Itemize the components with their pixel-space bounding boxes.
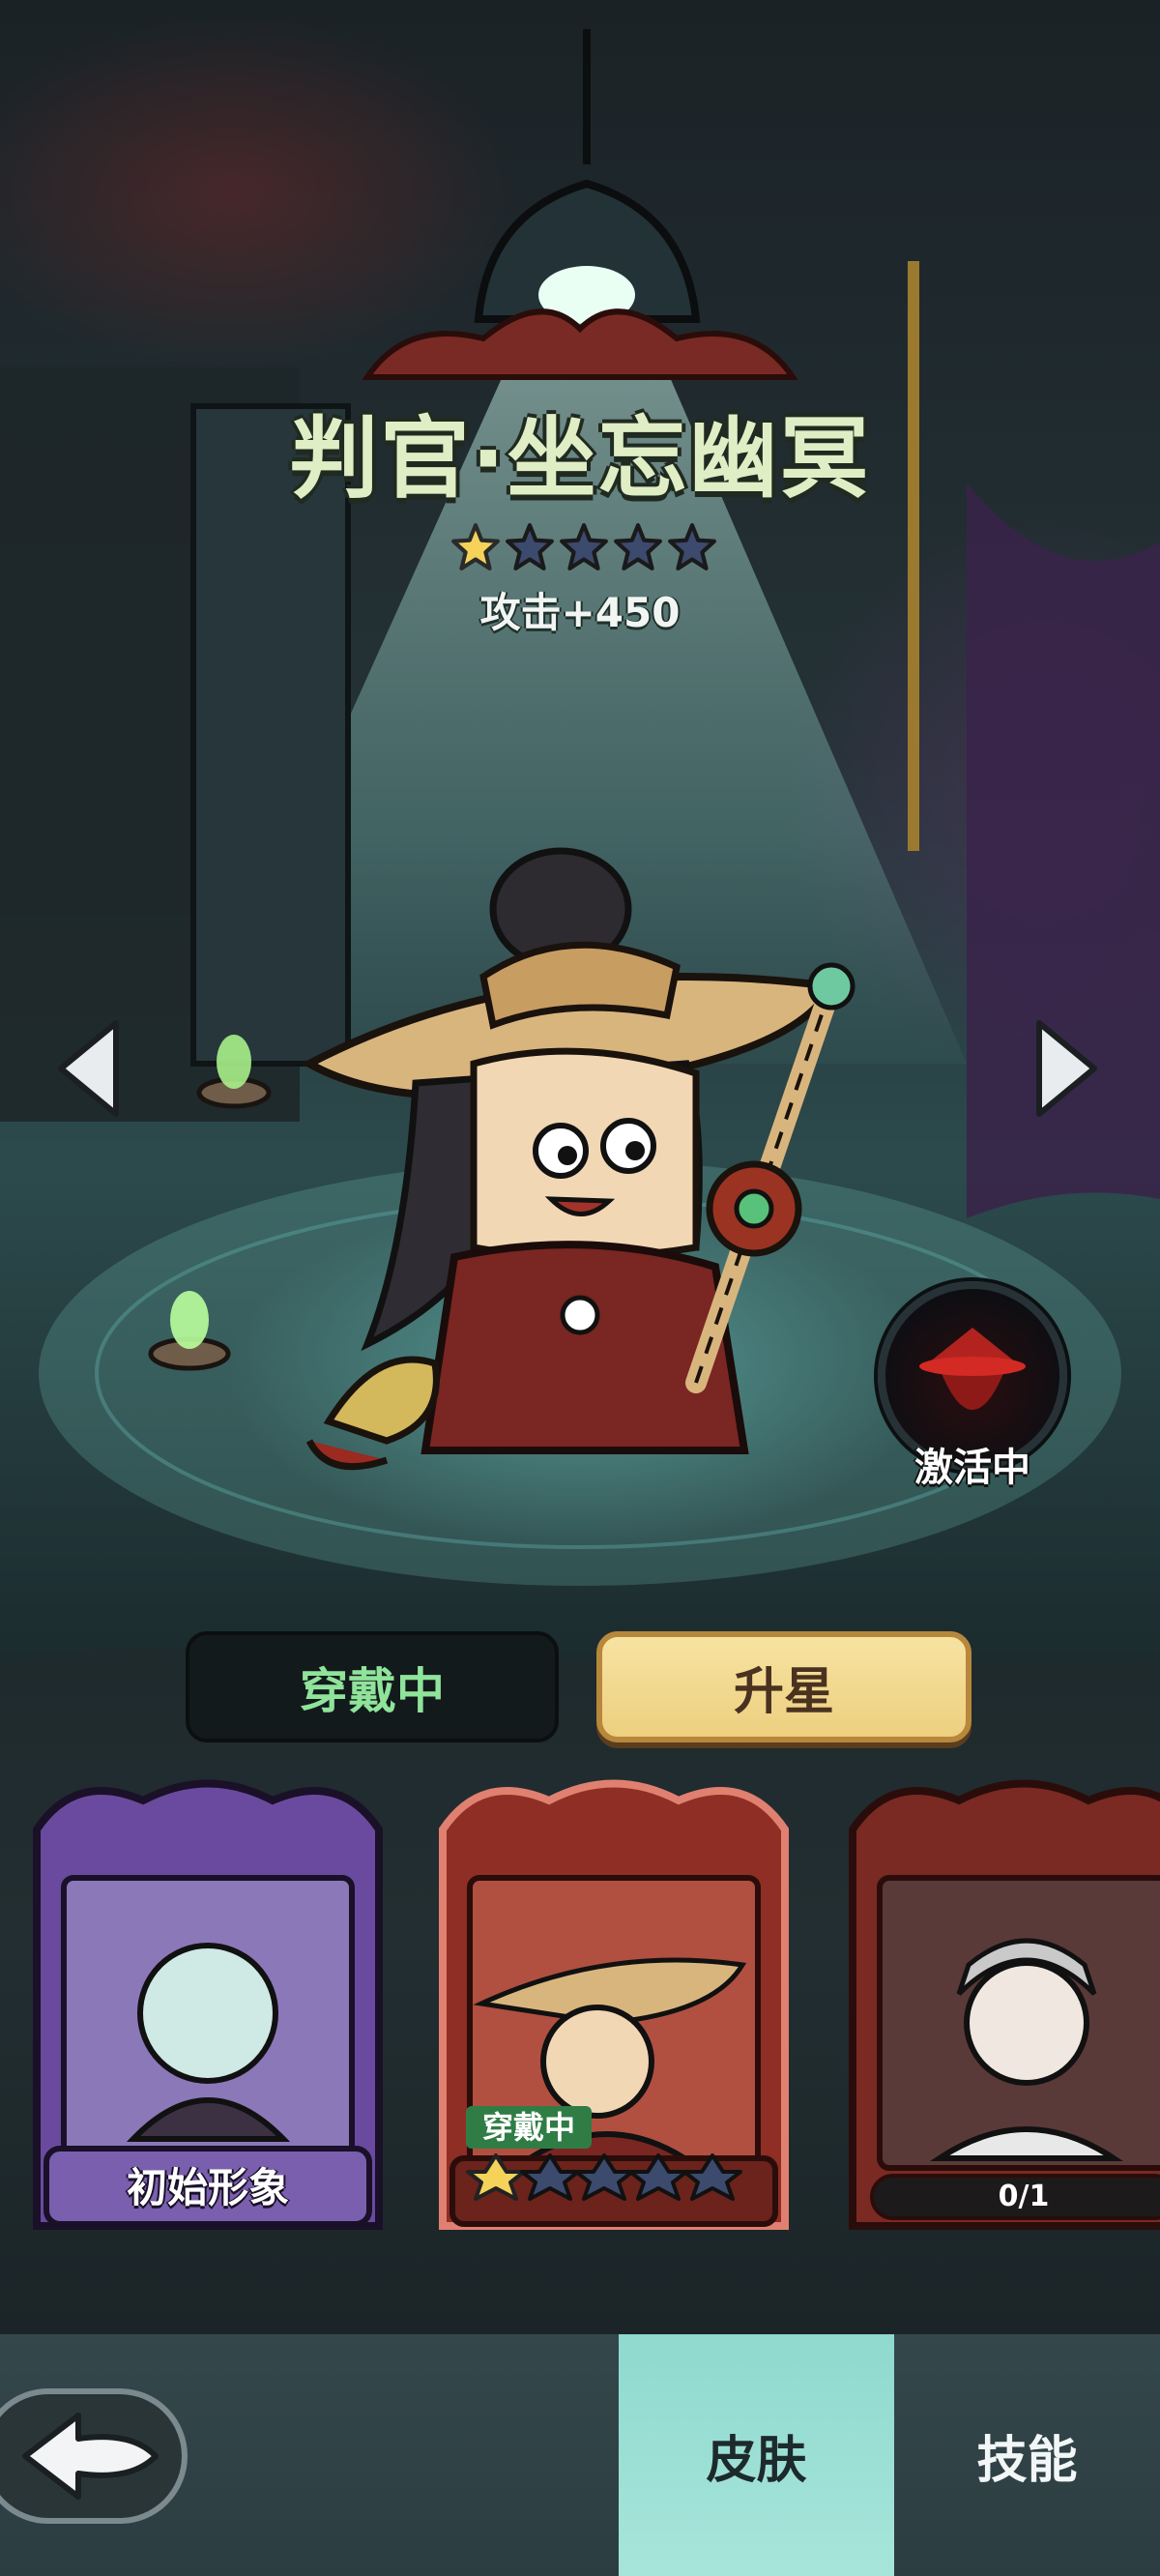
skin-card-label: 初始形象 [126,2164,289,2211]
wearing-tag: 穿戴中 [466,2106,592,2149]
skin-card-selected[interactable]: 穿戴中 [423,1771,804,2249]
star-empty-icon [560,523,608,571]
tab-skin[interactable]: 皮肤 [619,2334,894,2576]
hero-character-illustration [301,847,856,1471]
next-skin-button[interactable] [1034,1015,1102,1122]
skin-card-locked[interactable]: 0/1 [833,1771,1160,2249]
attack-bonus: 攻击+450 [479,589,681,636]
active-status-badge[interactable]: 激活中 [870,1281,1075,1513]
star-empty-icon [506,523,554,571]
wearing-button[interactable]: 穿戴中 [186,1631,559,1742]
back-button[interactable] [0,2388,188,2524]
tab-skill[interactable]: 技能 [894,2334,1160,2576]
back-arrow-icon [22,2413,159,2500]
unlock-progress: 0/1 [998,2180,1050,2213]
star-filled-icon [451,523,500,571]
skin-card-default[interactable]: 初始形象 [17,1771,398,2249]
active-status-label: 激活中 [914,1446,1030,1490]
star-empty-icon [668,523,716,571]
star-empty-icon [614,523,662,571]
upgrade-star-button[interactable]: 升星 [596,1631,972,1742]
red-frame-selected [439,1779,789,2230]
hero-star-rating [450,522,717,572]
hero-name: 判官·坐忘幽冥 [289,407,871,511]
prev-skin-button[interactable] [53,1015,121,1122]
